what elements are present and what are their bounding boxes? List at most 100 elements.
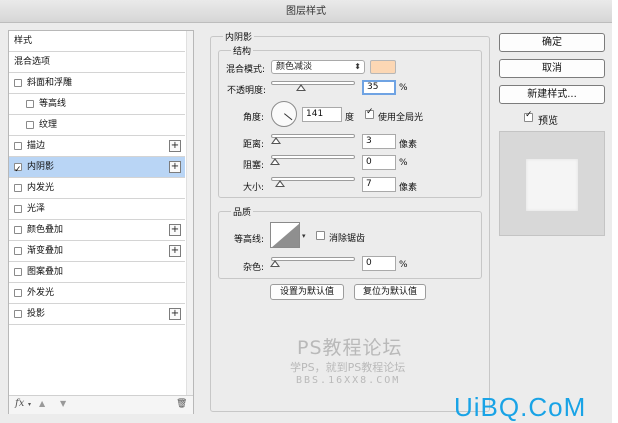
styles-list-scrollbar[interactable]: [186, 31, 193, 395]
inner-shadow-title: 内阴影: [223, 30, 255, 43]
distance-input[interactable]: 3: [362, 134, 396, 149]
distance-slider[interactable]: [271, 134, 355, 138]
style-item-label: 内阴影: [27, 162, 55, 172]
style-item-label: 内发光: [27, 183, 55, 193]
quality-title: 品质: [231, 205, 254, 218]
add-effect-icon[interactable]: +: [169, 224, 181, 236]
make-default-button[interactable]: 设置为默认值: [270, 284, 344, 300]
style-item-label: 投影: [27, 309, 46, 319]
style-item[interactable]: 样式: [9, 31, 185, 52]
reset-default-button[interactable]: 复位为默认值: [354, 284, 426, 300]
style-item[interactable]: 内发光: [9, 178, 185, 199]
new-style-button[interactable]: 新建样式...: [499, 85, 605, 104]
anti-alias-label: 消除锯齿: [329, 234, 366, 244]
style-item-label: 外发光: [27, 288, 55, 298]
choke-input[interactable]: 0: [362, 155, 396, 170]
style-item-checkbox[interactable]: [14, 310, 22, 318]
shadow-color-swatch[interactable]: [370, 60, 396, 74]
fx-dropdown-icon: ▾: [28, 401, 32, 408]
style-item-checkbox[interactable]: [26, 100, 34, 108]
style-preview-swatch: [526, 159, 578, 211]
opacity-unit: %: [399, 83, 408, 93]
angle-dial[interactable]: [271, 101, 297, 127]
watermark-subtitle: 学PS，就到PS教程论坛: [290, 361, 406, 374]
style-item[interactable]: 渐变叠加 +: [9, 241, 185, 262]
opacity-label: 不透明度:: [227, 86, 267, 96]
noise-slider-thumb[interactable]: [270, 260, 280, 267]
ok-button[interactable]: 确定: [499, 33, 605, 52]
style-item-checkbox[interactable]: [14, 247, 22, 255]
distance-slider-thumb[interactable]: [271, 137, 281, 144]
styles-list-panel: 样式混合选项斜面和浮雕等高线纹理描边 + 内阴影 + 内发光光泽颜色叠加 + 渐变叠加 + 图案…: [8, 30, 194, 414]
distance-unit: 像素: [399, 140, 418, 150]
style-item-checkbox[interactable]: [14, 268, 22, 276]
opacity-slider[interactable]: [271, 81, 355, 85]
style-item-checkbox[interactable]: [14, 160, 22, 181]
add-effect-icon[interactable]: +: [169, 161, 181, 173]
preview-checkbox[interactable]: [524, 110, 533, 122]
style-item[interactable]: 描边 +: [9, 136, 185, 157]
style-item-label: 渐变叠加: [27, 246, 64, 256]
style-item-label: 图案叠加: [27, 267, 64, 277]
size-slider-thumb[interactable]: [275, 180, 285, 187]
add-effect-icon[interactable]: +: [169, 140, 181, 152]
style-item-checkbox[interactable]: [26, 121, 34, 129]
fx-menu-button[interactable]: fx: [15, 398, 24, 409]
style-item[interactable]: 颜色叠加 +: [9, 220, 185, 241]
style-item-checkbox[interactable]: [14, 142, 22, 150]
choke-slider-thumb[interactable]: [270, 158, 280, 165]
opacity-slider-thumb[interactable]: [296, 84, 306, 91]
noise-slider[interactable]: [271, 257, 355, 261]
style-item-checkbox[interactable]: [14, 205, 22, 213]
style-item-checkbox[interactable]: [14, 79, 22, 87]
add-effect-icon[interactable]: +: [169, 308, 181, 320]
style-item[interactable]: 光泽: [9, 199, 185, 220]
style-item-label: 斜面和浮雕: [27, 78, 73, 88]
choke-unit: %: [399, 158, 408, 168]
style-item[interactable]: 图案叠加: [9, 262, 185, 283]
cancel-button[interactable]: 取消: [499, 59, 605, 78]
style-item[interactable]: 等高线: [9, 94, 185, 115]
noise-input[interactable]: 0: [362, 256, 396, 271]
watermark-title: PS教程论坛: [297, 337, 403, 359]
blend-mode-value: 颜色减淡: [276, 62, 313, 72]
style-item[interactable]: 投影 +: [9, 304, 185, 325]
choke-slider[interactable]: [271, 155, 355, 159]
size-label: 大小:: [243, 183, 265, 193]
style-item-label: 样式: [14, 36, 33, 46]
use-global-light-checkbox[interactable]: [365, 107, 374, 119]
choke-label: 阻塞:: [243, 161, 265, 171]
angle-input[interactable]: 141: [302, 107, 342, 122]
style-item[interactable]: 内阴影 +: [9, 157, 185, 181]
contour-label: 等高线:: [234, 235, 265, 245]
contour-picker[interactable]: [270, 222, 300, 248]
style-item-checkbox[interactable]: [14, 184, 22, 192]
watermark-url: BBS.16XX8.COM: [296, 375, 401, 386]
style-item[interactable]: 混合选项: [9, 52, 185, 73]
blend-mode-label: 混合模式:: [226, 65, 266, 75]
style-item-label: 纹理: [39, 120, 58, 130]
style-item-checkbox[interactable]: [14, 226, 22, 234]
style-item[interactable]: 纹理: [9, 115, 185, 136]
use-global-light-label: 使用全局光: [378, 113, 424, 123]
noise-label: 杂色:: [243, 263, 265, 273]
contour-dropdown-icon[interactable]: ▾: [302, 232, 306, 240]
opacity-input[interactable]: 35: [362, 80, 396, 95]
style-item[interactable]: 外发光: [9, 283, 185, 304]
add-effect-icon[interactable]: +: [169, 245, 181, 257]
style-item[interactable]: 斜面和浮雕: [9, 73, 185, 94]
structure-title: 结构: [231, 44, 254, 57]
styles-list-footer: fx ▾ ▲ ▼ 🗑: [9, 395, 193, 414]
layer-style-dialog: 图层样式 样式混合选项斜面和浮雕等高线纹理描边+内阴影+内发光光泽颜色叠加+渐变…: [0, 0, 612, 423]
trash-icon[interactable]: 🗑: [176, 399, 187, 409]
site-logo: UiBQ.CoM: [454, 392, 587, 422]
blend-mode-select[interactable]: 颜色减淡 ⬍: [271, 60, 365, 74]
size-input[interactable]: 7: [362, 177, 396, 192]
style-item-label: 光泽: [27, 204, 46, 214]
style-item-label: 颜色叠加: [27, 225, 64, 235]
move-down-icon[interactable]: ▼: [60, 399, 66, 408]
size-unit: 像素: [399, 183, 418, 193]
style-item-checkbox[interactable]: [14, 289, 22, 297]
anti-alias-checkbox[interactable]: [316, 231, 325, 240]
move-up-icon[interactable]: ▲: [39, 399, 45, 408]
